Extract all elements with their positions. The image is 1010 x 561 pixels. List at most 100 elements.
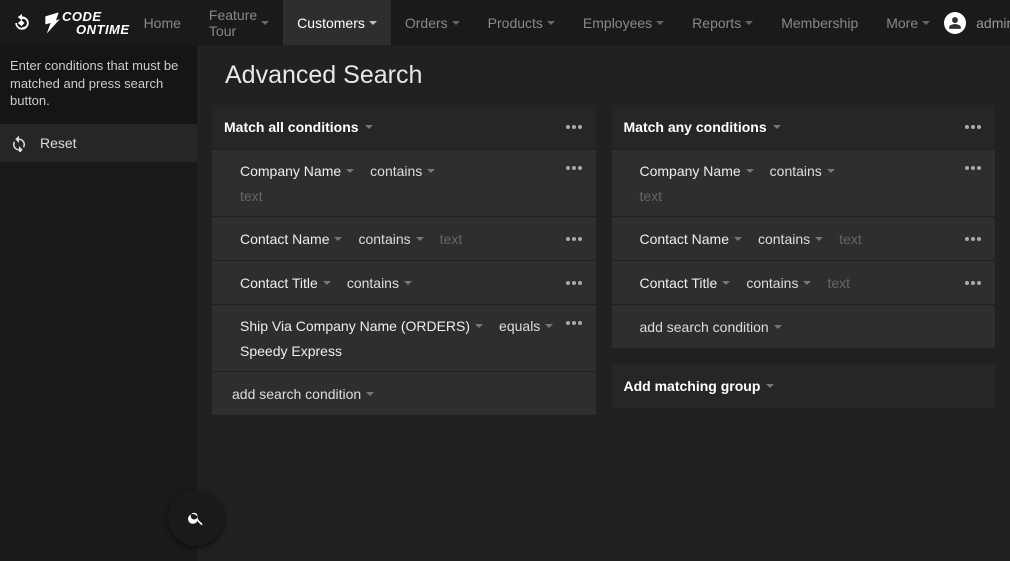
chevron-down-icon bbox=[261, 21, 269, 25]
operator-selector[interactable]: contains bbox=[358, 231, 423, 247]
row-more-button[interactable] bbox=[564, 321, 584, 325]
field-label: Contact Name bbox=[240, 231, 329, 247]
page-title-bar: Advanced Search bbox=[197, 45, 1010, 105]
value-input[interactable]: text bbox=[240, 188, 263, 204]
panel-more-button[interactable] bbox=[963, 125, 983, 129]
add-group-button[interactable]: Add matching group bbox=[624, 378, 775, 394]
nav-label: Orders bbox=[405, 15, 448, 31]
value-input[interactable]: text bbox=[440, 231, 463, 247]
field-selector[interactable]: Contact Title bbox=[640, 275, 731, 291]
field-label: Company Name bbox=[640, 163, 741, 179]
panel-title[interactable]: Match any conditions bbox=[624, 119, 781, 135]
back-icon bbox=[12, 13, 32, 33]
nav-feature-tour[interactable]: Feature Tour bbox=[195, 0, 283, 45]
match-all-panel: Match all conditions Company Name bbox=[212, 105, 596, 415]
field-selector[interactable]: Contact Name bbox=[640, 231, 742, 247]
nav-label: Home bbox=[144, 15, 181, 31]
field-label: Ship Via Company Name (ORDERS) bbox=[240, 318, 470, 334]
chevron-down-icon bbox=[475, 324, 483, 328]
right-column: Match any conditions Company Name bbox=[612, 105, 996, 408]
nav-label: Customers bbox=[297, 15, 365, 31]
chevron-down-icon bbox=[365, 125, 373, 129]
operator-selector[interactable]: contains bbox=[347, 275, 412, 291]
chevron-down-icon bbox=[803, 281, 811, 285]
user-avatar[interactable] bbox=[944, 12, 966, 34]
operator-label: equals bbox=[499, 318, 540, 334]
field-selector[interactable]: Company Name bbox=[240, 163, 354, 179]
brand-line2: ONTIME bbox=[62, 23, 130, 36]
search-fab[interactable] bbox=[168, 490, 224, 546]
value-input[interactable]: text bbox=[839, 231, 862, 247]
row-more-button[interactable] bbox=[963, 166, 983, 170]
chevron-down-icon bbox=[774, 325, 782, 329]
nav-customers[interactable]: Customers bbox=[283, 0, 391, 45]
condition-row: Company Name contains text bbox=[612, 149, 996, 216]
row-more-button[interactable] bbox=[564, 237, 584, 241]
nav-more[interactable]: More bbox=[872, 0, 944, 45]
add-condition-button[interactable]: add search condition bbox=[640, 319, 782, 335]
chevron-down-icon bbox=[722, 281, 730, 285]
nav-label: More bbox=[886, 15, 918, 31]
operator-label: contains bbox=[758, 231, 810, 247]
more-horizontal-icon bbox=[965, 125, 981, 129]
reset-button[interactable]: Reset bbox=[0, 124, 197, 162]
operator-label: contains bbox=[370, 163, 422, 179]
operator-selector[interactable]: contains bbox=[370, 163, 435, 179]
panel-title-label: Add matching group bbox=[624, 378, 761, 394]
row-more-button[interactable] bbox=[963, 237, 983, 241]
nav-label: Feature Tour bbox=[209, 7, 257, 39]
row-more-button[interactable] bbox=[963, 281, 983, 285]
field-selector[interactable]: Ship Via Company Name (ORDERS) bbox=[240, 318, 483, 334]
row-more-button[interactable] bbox=[564, 166, 584, 170]
add-condition-button[interactable]: add search condition bbox=[232, 386, 374, 402]
nav-label: Employees bbox=[583, 15, 652, 31]
field-selector[interactable]: Company Name bbox=[640, 163, 754, 179]
panel-more-button[interactable] bbox=[564, 125, 584, 129]
topbar-left: CODE ONTIME bbox=[0, 0, 130, 45]
value-input[interactable]: text bbox=[640, 188, 663, 204]
nav-membership[interactable]: Membership bbox=[767, 0, 872, 45]
chevron-down-icon bbox=[416, 237, 424, 241]
add-condition-label: add search condition bbox=[232, 386, 361, 402]
field-label: Contact Name bbox=[640, 231, 729, 247]
field-label: Company Name bbox=[240, 163, 341, 179]
topbar: CODE ONTIME Home Feature Tour Customers … bbox=[0, 0, 1010, 45]
chevron-down-icon bbox=[427, 169, 435, 173]
left-column: Match all conditions Company Name bbox=[212, 105, 596, 415]
nav-label: Products bbox=[488, 15, 543, 31]
logo-icon bbox=[44, 10, 60, 36]
row-more-button[interactable] bbox=[564, 281, 584, 285]
more-horizontal-icon bbox=[965, 237, 981, 241]
user-name[interactable]: admin bbox=[976, 15, 1010, 31]
field-label: Contact Title bbox=[240, 275, 318, 291]
more-horizontal-icon bbox=[965, 166, 981, 170]
nav-orders[interactable]: Orders bbox=[391, 0, 474, 45]
nav-label: Reports bbox=[692, 15, 741, 31]
nav-home[interactable]: Home bbox=[130, 0, 195, 45]
value-input[interactable]: Speedy Express bbox=[240, 343, 342, 359]
operator-label: contains bbox=[358, 231, 410, 247]
chevron-down-icon bbox=[734, 237, 742, 241]
nav-products[interactable]: Products bbox=[474, 0, 569, 45]
field-selector[interactable]: Contact Title bbox=[240, 275, 331, 291]
top-nav: Home Feature Tour Customers Orders Produ… bbox=[130, 0, 945, 45]
brand-text: CODE ONTIME bbox=[62, 10, 130, 36]
value-input[interactable]: text bbox=[827, 275, 850, 291]
back-button[interactable] bbox=[6, 7, 38, 39]
sidebar-hint: Enter conditions that must be matched an… bbox=[0, 45, 197, 124]
panel-title[interactable]: Match all conditions bbox=[224, 119, 373, 135]
operator-selector[interactable]: equals bbox=[499, 318, 553, 334]
more-horizontal-icon bbox=[566, 281, 582, 285]
operator-selector[interactable]: contains bbox=[770, 163, 835, 179]
nav-reports[interactable]: Reports bbox=[678, 0, 767, 45]
nav-employees[interactable]: Employees bbox=[569, 0, 678, 45]
operator-label: contains bbox=[746, 275, 798, 291]
operator-selector[interactable]: contains bbox=[758, 231, 823, 247]
brand-line1: CODE bbox=[62, 10, 130, 23]
operator-selector[interactable]: contains bbox=[746, 275, 811, 291]
reset-label: Reset bbox=[40, 135, 77, 151]
chevron-down-icon bbox=[452, 21, 460, 25]
operator-label: contains bbox=[347, 275, 399, 291]
field-selector[interactable]: Contact Name bbox=[240, 231, 342, 247]
brand-logo[interactable]: CODE ONTIME bbox=[44, 10, 130, 36]
